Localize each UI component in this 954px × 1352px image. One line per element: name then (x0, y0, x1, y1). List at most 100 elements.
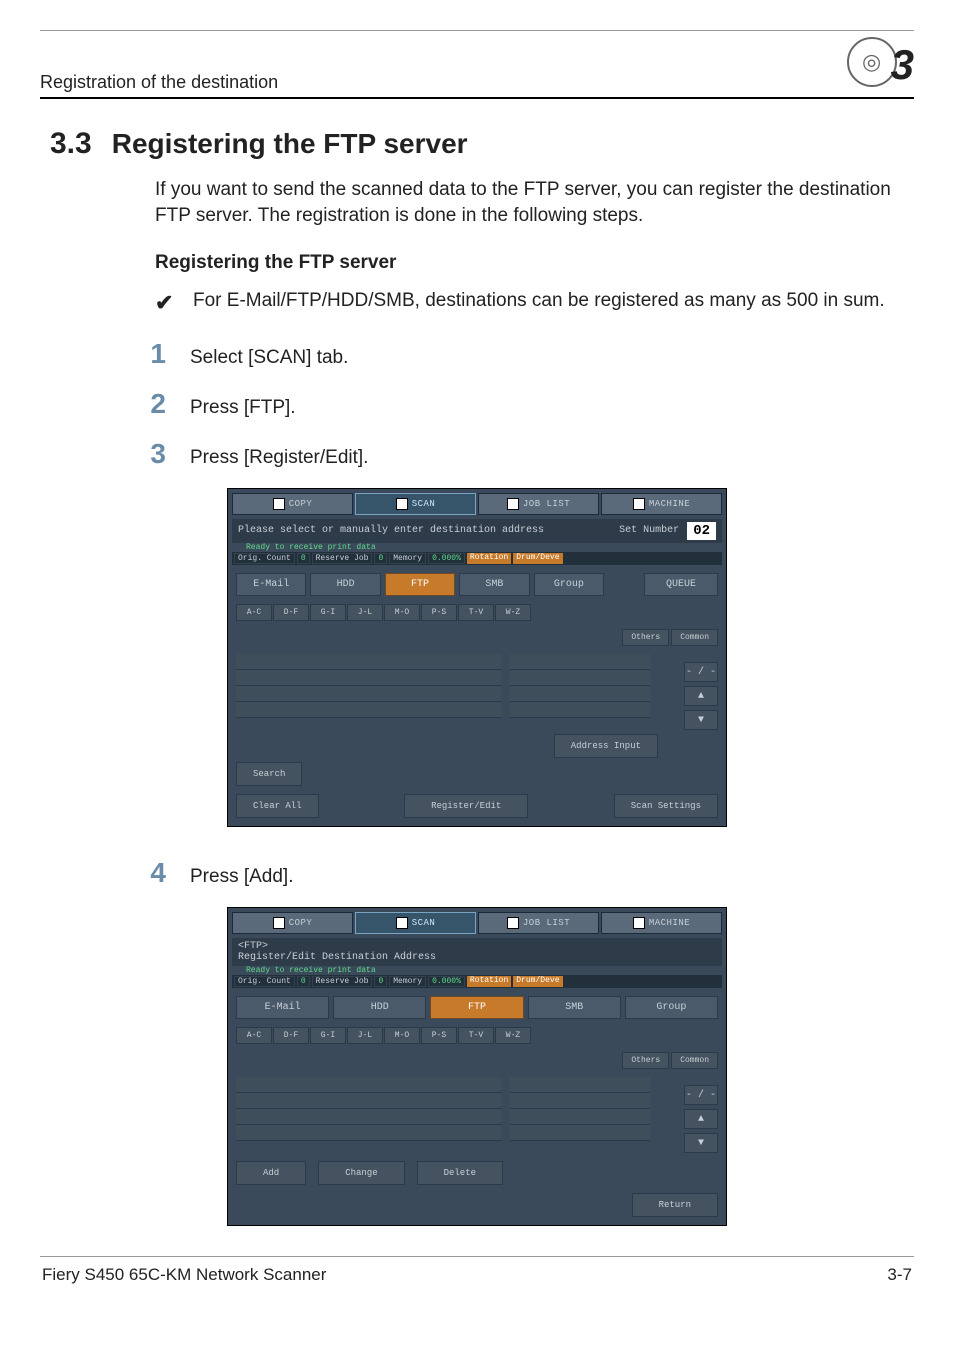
letter-tab[interactable]: A-C (236, 1027, 272, 1044)
clear-all-button[interactable]: Clear All (236, 794, 319, 818)
drum-indicator: Drum/Deve (513, 976, 562, 987)
list-item[interactable] (236, 654, 502, 670)
set-number-value: 02 (687, 522, 716, 540)
section-intro: If you want to send the scanned data to … (155, 177, 905, 228)
screenshot-select-destination: COPY SCAN JOB LIST MACHINE Please select… (227, 488, 727, 827)
scroll-up-button[interactable]: ▲ (684, 686, 718, 706)
tab-joblist[interactable]: JOB LIST (478, 493, 599, 515)
letter-tab[interactable]: P-S (421, 1027, 457, 1044)
mode-hdd-button[interactable]: HDD (333, 996, 426, 1019)
list-item[interactable] (510, 702, 650, 718)
step-number: 4 (140, 857, 166, 889)
check-icon: ✔ (155, 288, 181, 318)
list-item[interactable] (510, 654, 650, 670)
ready-message: Ready to receive print data (232, 543, 722, 552)
letter-tab[interactable]: G-I (310, 604, 346, 621)
scan-settings-button[interactable]: Scan Settings (614, 794, 718, 818)
tab-copy[interactable]: COPY (232, 493, 353, 515)
mode-smb-button[interactable]: SMB (459, 573, 529, 596)
change-button[interactable]: Change (318, 1161, 404, 1185)
chapter-number: 3 (891, 48, 914, 82)
letter-tab[interactable]: T-V (458, 1027, 494, 1044)
page-indicator: - / - (684, 662, 718, 682)
ready-message: Ready to receive print data (232, 966, 722, 975)
letter-tab[interactable]: J-L (347, 604, 383, 621)
list-item[interactable] (236, 702, 502, 718)
list-item[interactable] (510, 1077, 650, 1093)
memory-label: Memory (389, 976, 426, 987)
letter-tab[interactable]: M-O (384, 604, 420, 621)
search-button[interactable]: Search (236, 762, 302, 786)
footer-product: Fiery S450 65C-KM Network Scanner (42, 1265, 326, 1285)
mode-group-button[interactable]: Group (625, 996, 718, 1019)
step-text: Press [FTP]. (190, 397, 296, 419)
letter-tab[interactable]: G-I (310, 1027, 346, 1044)
letter-tab[interactable]: D-F (273, 604, 309, 621)
tab-copy[interactable]: COPY (232, 912, 353, 934)
letter-tab[interactable]: W-Z (495, 1027, 531, 1044)
add-button[interactable]: Add (236, 1161, 306, 1185)
step-number: 1 (140, 338, 166, 370)
address-input-button[interactable]: Address Input (554, 734, 658, 758)
tab-copy-label: COPY (289, 918, 313, 928)
list-item[interactable] (510, 670, 650, 686)
breadcrumb: Registration of the destination (40, 72, 278, 93)
memory-value: 0.000% (428, 976, 465, 987)
common-button[interactable]: Common (671, 629, 718, 646)
letter-tab[interactable]: P-S (421, 604, 457, 621)
letter-tab[interactable]: M-O (384, 1027, 420, 1044)
mode-email-button[interactable]: E-Mail (236, 573, 306, 596)
mode-smb-button[interactable]: SMB (528, 996, 621, 1019)
scroll-down-button[interactable]: ▼ (684, 1133, 718, 1153)
return-button[interactable]: Return (632, 1193, 718, 1217)
list-item[interactable] (236, 1109, 502, 1125)
mode-ftp-button[interactable]: FTP (430, 996, 523, 1019)
letter-tab[interactable]: W-Z (495, 604, 531, 621)
tab-copy-label: COPY (289, 499, 313, 509)
list-item[interactable] (236, 1125, 502, 1141)
mode-hdd-button[interactable]: HDD (310, 573, 380, 596)
letter-tab[interactable]: A-C (236, 604, 272, 621)
others-button[interactable]: Others (622, 1052, 669, 1069)
screenshot-register-edit: COPY SCAN JOB LIST MACHINE <FTP> Registe… (227, 907, 727, 1226)
tab-machine-label: MACHINE (649, 499, 690, 509)
list-item[interactable] (236, 1077, 502, 1093)
tab-scan-label: SCAN (412, 499, 436, 509)
memory-label: Memory (389, 553, 426, 564)
step-number: 2 (140, 388, 166, 420)
queue-button[interactable]: QUEUE (644, 573, 718, 596)
others-button[interactable]: Others (622, 629, 669, 646)
page-indicator: - / - (684, 1085, 718, 1105)
letter-tab[interactable]: J-L (347, 1027, 383, 1044)
reserve-job-value: 0 (374, 976, 387, 987)
section-title: Registering the FTP server (112, 128, 468, 160)
tab-machine[interactable]: MACHINE (601, 912, 722, 934)
list-item[interactable] (510, 1093, 650, 1109)
letter-tab[interactable]: D-F (273, 1027, 309, 1044)
list-item[interactable] (236, 670, 502, 686)
scroll-up-button[interactable]: ▲ (684, 1109, 718, 1129)
list-item[interactable] (510, 686, 650, 702)
tab-joblist-label: JOB LIST (523, 918, 570, 928)
tab-machine[interactable]: MACHINE (601, 493, 722, 515)
list-item[interactable] (236, 1093, 502, 1109)
mode-email-button[interactable]: E-Mail (236, 996, 329, 1019)
scroll-down-button[interactable]: ▼ (684, 710, 718, 730)
mode-group-button[interactable]: Group (534, 573, 604, 596)
tab-scan-label: SCAN (412, 918, 436, 928)
list-item[interactable] (510, 1109, 650, 1125)
status-message: Please select or manually enter destinat… (238, 525, 544, 536)
tab-scan[interactable]: SCAN (355, 912, 476, 934)
delete-button[interactable]: Delete (417, 1161, 503, 1185)
tab-scan[interactable]: SCAN (355, 493, 476, 515)
rotation-indicator: Rotation (467, 553, 511, 564)
mode-ftp-button[interactable]: FTP (385, 573, 455, 596)
common-button[interactable]: Common (671, 1052, 718, 1069)
letter-tab[interactable]: T-V (458, 604, 494, 621)
tab-joblist[interactable]: JOB LIST (478, 912, 599, 934)
tab-machine-label: MACHINE (649, 918, 690, 928)
list-item[interactable] (236, 686, 502, 702)
register-edit-button[interactable]: Register/Edit (404, 794, 528, 818)
chapter-icon: ◎ (847, 37, 897, 87)
list-item[interactable] (510, 1125, 650, 1141)
